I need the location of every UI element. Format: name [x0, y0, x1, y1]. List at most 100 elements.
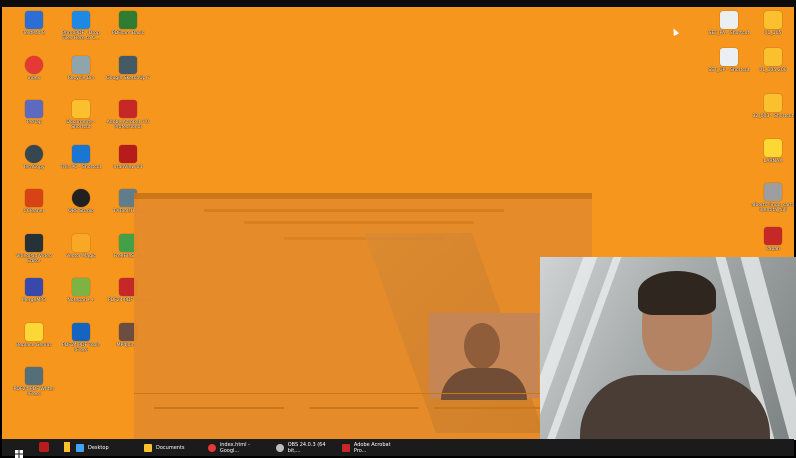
desktop-icon[interactable]: PDF24 PDF Writer (Free): [11, 367, 57, 407]
desktop-icon[interactable]: MergeMP3: [11, 278, 57, 318]
taskbar: Desktop Documents index.html - Googl... OBS…: [2, 439, 794, 458]
pdf-file-icon: [764, 227, 782, 245]
desktop-icon[interactable]: LARNAX: [750, 139, 794, 179]
desktop-icon-label: This PC - Shortcut: [60, 164, 102, 170]
desktop-icon[interactable]: Notepad++: [58, 278, 104, 318]
desktop-icon[interactable]: 01_105: [750, 11, 794, 51]
vector-magic-icon: [72, 233, 90, 252]
taskbar-button[interactable]: Documents: [144, 441, 202, 454]
desktop-icon[interactable]: Documents - Shortcut: [58, 100, 104, 140]
pdf24-tools-icon: [72, 322, 90, 341]
desktop-icon[interactable]: PDF24 PDF Tools (Free): [58, 322, 104, 363]
chrome-icon: [25, 55, 43, 74]
documents-icon: [72, 100, 90, 118]
pinned-app-button[interactable]: [39, 442, 49, 452]
desktop-icon[interactable]: Google SketchUp 7: [105, 55, 151, 96]
this-pc-icon: [72, 144, 90, 163]
taskbar-button-label: index.html - Googl...: [219, 441, 250, 454]
taskbar-button-label: Documents: [156, 444, 185, 451]
desktop-icon-label: MergeMP3: [22, 298, 46, 303]
desktop-icon-label: Recycle Bin: [67, 75, 95, 81]
folder-shortcut-icon: [764, 94, 782, 112]
desktop-icon-label: VideoPad Video Editor: [16, 253, 52, 264]
webcam-overlay: [540, 257, 796, 440]
desktop-icon-label: PDF24 PDF Tools (Free): [62, 342, 100, 353]
desktop-icon[interactable]: CCleaner: [11, 189, 57, 229]
irfanview-icon: [119, 144, 137, 163]
folder-icon: [764, 11, 782, 29]
desktop-icon-label: TeeTap: [26, 120, 42, 125]
acrobat-icon: [119, 100, 137, 118]
taskbar-button[interactable]: index.html - Googl...: [208, 441, 270, 454]
desktop-icon[interactable]: Vector Magic: [58, 233, 104, 274]
desktop-icon-label: IrfanView 64: [113, 164, 143, 170]
desktop-icon-label: PDFsam Basic: [111, 31, 145, 36]
desktop-icon[interactable]: alberto-lingo_carta identità_full: [750, 183, 794, 223]
desktop-icon-label: Adobe Acrobat 7.0 Professional: [106, 120, 150, 131]
primopdf-icon: [72, 11, 90, 29]
ccleaner-icon: [25, 189, 43, 207]
desktop-icon-label: Vector Magic: [66, 253, 96, 259]
desktop-icon-label: Google SketchUp 7: [106, 75, 150, 81]
desktop-icon[interactable]: Adobe Acrobat 7.0 Professional: [105, 100, 151, 140]
desktop-icon-label: PDF24 PDF Writer (Free): [13, 387, 55, 398]
desktop-folder-icon: [76, 443, 84, 452]
chrome-icon: [208, 443, 216, 452]
taskbar-button[interactable]: Adobe Acrobat Pro...: [342, 441, 404, 454]
teracopy-icon: [25, 144, 43, 163]
desktop-icon-label: Notepad++: [67, 298, 95, 303]
pinned-app-button[interactable]: [64, 442, 70, 452]
taskbar-button-label: Desktop: [88, 444, 109, 451]
desktop-icon[interactable]: TeeTap: [11, 100, 57, 140]
desktop-icon[interactable]: PrimoPDF - Drop Files Here to C...: [58, 11, 104, 51]
sketchup-icon: [119, 55, 137, 74]
desktop-icon-label: 01_105: [764, 31, 782, 36]
desktop-icon-label: LARNAX: [763, 159, 783, 164]
desktop-icon[interactable]: SET_PA - Shortcut: [706, 11, 752, 51]
replace-genius-icon: [25, 322, 43, 341]
recycle-bin-icon: [72, 55, 90, 74]
nested-webcam-preview: [429, 313, 539, 400]
obs-icon: [276, 443, 284, 452]
desktop-icon[interactable]: Replace Genius: [11, 322, 57, 363]
desktop-icon[interactable]: PDFsam Basic: [105, 11, 151, 51]
desktop-icon[interactable]: IrfanView 64: [105, 144, 151, 185]
desktop-icon[interactable]: OBS Studio: [58, 189, 104, 229]
desktop-icon-label: OBS Studio: [68, 209, 94, 214]
desktop-icon[interactable]: Recycle Bin: [58, 55, 104, 96]
obs-preview-window: [134, 193, 592, 439]
desktop-icon-label: kabah: [765, 247, 781, 252]
desktop-icon-label: CCleaner: [23, 209, 45, 214]
start-button[interactable]: [15, 443, 23, 458]
top-border: [0, 0, 796, 7]
acrobat-icon: [342, 443, 350, 452]
desktop-icon-label: index: [27, 75, 41, 81]
notepadpp-icon: [72, 278, 90, 296]
desktop-icon[interactable]: 32_003 - Shortcut: [750, 94, 794, 134]
desktop-icon[interactable]: 01_105-200: [750, 48, 794, 88]
teetap-icon: [25, 100, 43, 118]
desktop-icon-label: Replace Genius: [16, 342, 52, 348]
taskbar-button-label: Adobe Acrobat Pro...: [353, 441, 391, 454]
screen: kabah alberto-lingo_carta identità_full LA…: [0, 0, 796, 458]
windows-icon: [15, 450, 23, 458]
desktop-icon[interactable]: SET_UP - Shortcut: [706, 48, 752, 88]
desktop-icon[interactable]: TeraCopy: [11, 144, 57, 185]
pdf24-writer-icon: [25, 367, 43, 385]
desktop-icon-label: SET_PA - Shortcut: [708, 31, 750, 36]
desktop-icon-label: alberto-lingo_carta identità_full: [751, 203, 794, 214]
desktop-icon[interactable]: This PC - Shortcut: [58, 144, 104, 185]
desktop-icon[interactable]: index: [11, 55, 57, 96]
desktop-icon-label: 01_105-200: [759, 68, 787, 73]
mergemp3-icon: [25, 278, 43, 296]
image-file-icon: [764, 183, 782, 201]
taskbar-button[interactable]: Desktop: [76, 441, 136, 454]
taskbar-button-label: OBS 24.0.3 (64 bit,...: [287, 441, 326, 454]
pdfsam-icon: [119, 11, 137, 29]
desktop-icon[interactable]: TextPad 8: [11, 11, 57, 51]
desktop-icon-label: SET_UP - Shortcut: [708, 68, 750, 73]
textpad-icon: [25, 11, 43, 29]
file-shortcut-icon: [720, 11, 738, 29]
taskbar-button[interactable]: OBS 24.0.3 (64 bit,...: [276, 441, 338, 454]
desktop-icon[interactable]: VideoPad Video Editor: [11, 233, 57, 274]
